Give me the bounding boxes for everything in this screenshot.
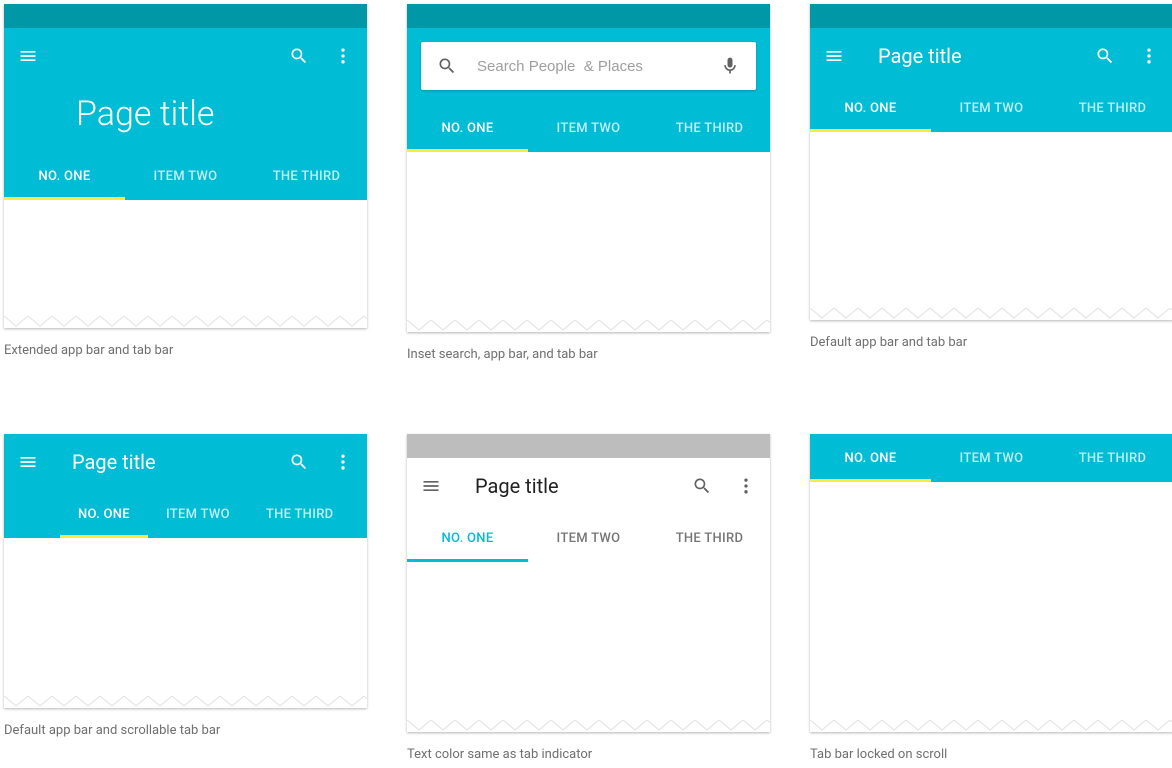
tab-one[interactable]: NO. ONE — [810, 84, 931, 132]
page-title: Page title — [4, 84, 367, 152]
menu-icon[interactable] — [16, 44, 40, 68]
app-bar: NO. ONE ITEM TWO THE THIRD — [407, 28, 770, 152]
more-icon[interactable] — [1137, 44, 1161, 68]
caption: Text color same as tab indicator — [407, 746, 770, 764]
status-bar — [407, 434, 770, 458]
content-area — [407, 562, 770, 720]
tab-three[interactable]: THE THIRD — [1052, 84, 1172, 132]
status-bar — [407, 4, 770, 28]
tab-one[interactable]: NO. ONE — [810, 434, 931, 482]
menu-icon[interactable] — [822, 44, 846, 68]
search-icon[interactable] — [287, 450, 311, 474]
caption: Tab bar locked on scroll — [810, 746, 1172, 764]
tab-bar: NO. ONE ITEM TWO THE THIRD — [4, 152, 367, 200]
torn-edge — [407, 720, 770, 732]
page-title: Page title — [475, 474, 674, 498]
torn-edge — [4, 696, 367, 708]
tab-three[interactable]: THE THIRD — [1052, 434, 1172, 482]
tab-three[interactable]: THE THIRD — [649, 514, 770, 562]
content-area — [810, 482, 1172, 720]
status-bar — [810, 4, 1172, 28]
page-title: Page title — [878, 44, 1077, 68]
caption: Default app bar and tab bar — [810, 334, 1172, 352]
tab-bar: NO. ONE ITEM TWO THE THIRD — [407, 514, 770, 562]
search-input[interactable] — [477, 58, 700, 75]
app-bar: Page title NO. ONE ITEM TWO THE THIRD — [4, 434, 367, 538]
app-bar: Page title NO. ONE ITEM TWO THE THIRD — [4, 28, 367, 200]
more-icon[interactable] — [331, 44, 355, 68]
tab-one[interactable]: NO. ONE — [60, 490, 148, 538]
menu-icon[interactable] — [419, 474, 443, 498]
tab-bar-scrollable[interactable]: NO. ONE ITEM TWO THE THIRD — [4, 490, 367, 538]
caption: Extended app bar and tab bar — [4, 342, 367, 360]
tab-one[interactable]: NO. ONE — [407, 104, 528, 152]
tab-bar: NO. ONE ITEM TWO THE THIRD — [810, 434, 1172, 482]
torn-edge — [407, 320, 770, 332]
card-text-indicator: Page title NO. ONE ITEM TWO THE THIRD — [407, 434, 770, 732]
tab-one[interactable]: NO. ONE — [407, 514, 528, 562]
search-icon[interactable] — [690, 474, 714, 498]
torn-edge — [810, 720, 1172, 732]
tab-bar: NO. ONE ITEM TWO THE THIRD — [407, 104, 770, 152]
content-area — [407, 152, 770, 320]
torn-edge — [4, 316, 367, 328]
card-default-appbar: Page title NO. ONE ITEM TWO THE THIRD — [810, 4, 1172, 320]
status-bar — [4, 4, 367, 28]
app-bar: NO. ONE ITEM TWO THE THIRD — [810, 434, 1172, 482]
search-icon — [435, 54, 459, 78]
app-bar: Page title NO. ONE ITEM TWO THE THIRD — [810, 28, 1172, 132]
caption: Inset search, app bar, and tab bar — [407, 346, 770, 364]
search-icon[interactable] — [287, 44, 311, 68]
tab-three[interactable]: THE THIRD — [246, 152, 367, 200]
content-area — [4, 538, 367, 696]
tab-two[interactable]: ITEM TWO — [931, 84, 1052, 132]
mic-icon[interactable] — [718, 54, 742, 78]
app-bar: Page title NO. ONE ITEM TWO THE THIRD — [407, 458, 770, 562]
tab-two[interactable]: ITEM TWO — [125, 152, 246, 200]
tab-bar: NO. ONE ITEM TWO THE THIRD — [810, 84, 1172, 132]
search-icon[interactable] — [1093, 44, 1117, 68]
caption: Default app bar and scrollable tab bar — [4, 722, 367, 740]
content-area — [810, 132, 1172, 308]
card-inset-search: NO. ONE ITEM TWO THE THIRD — [407, 4, 770, 332]
card-locked-tabbar: NO. ONE ITEM TWO THE THIRD — [810, 434, 1172, 732]
tab-three[interactable]: THE THIRD — [248, 490, 352, 538]
tab-one[interactable]: NO. ONE — [4, 152, 125, 200]
menu-icon[interactable] — [16, 450, 40, 474]
page-title: Page title — [72, 450, 271, 474]
tab-three[interactable]: THE THIRD — [649, 104, 770, 152]
tab-two[interactable]: ITEM TWO — [528, 104, 649, 152]
tab-two[interactable]: ITEM TWO — [931, 434, 1052, 482]
tab-two[interactable]: ITEM TWO — [528, 514, 649, 562]
torn-edge — [810, 308, 1172, 320]
card-scrollable-tabs: Page title NO. ONE ITEM TWO THE THIRD — [4, 434, 367, 708]
more-icon[interactable] — [734, 474, 758, 498]
content-area — [4, 200, 367, 316]
more-icon[interactable] — [331, 450, 355, 474]
search-box[interactable] — [421, 42, 756, 90]
card-extended-appbar: Page title NO. ONE ITEM TWO THE THIRD — [4, 4, 367, 328]
tab-two[interactable]: ITEM TWO — [148, 490, 248, 538]
